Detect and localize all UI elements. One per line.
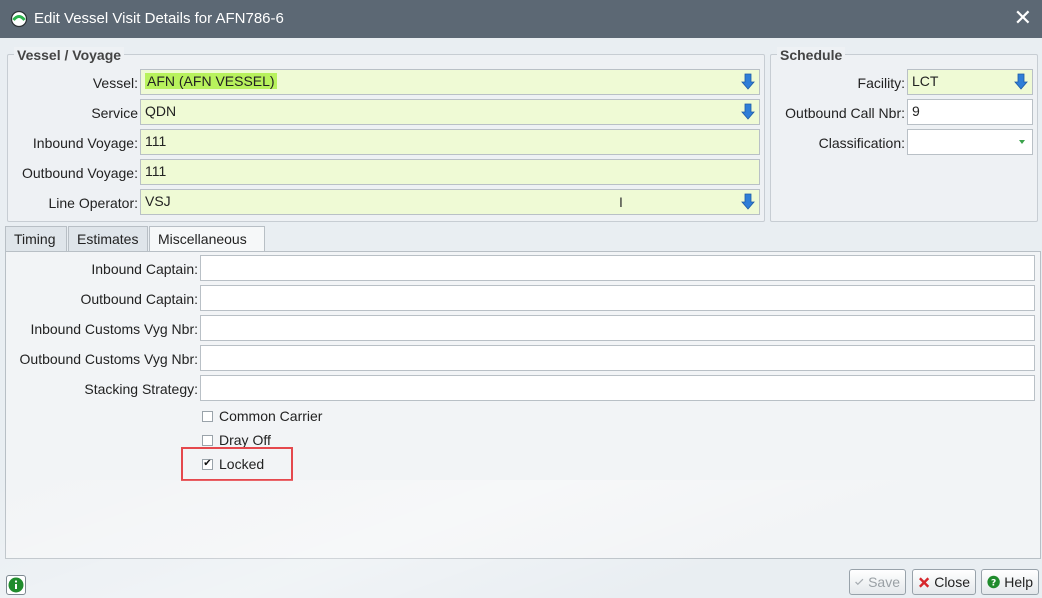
tab-miscellaneous[interactable]: Miscellaneous (149, 226, 265, 253)
close-label: Close (934, 574, 970, 590)
inbound-customs-field[interactable] (200, 315, 1035, 341)
classification-label: Classification: (818, 135, 905, 151)
title-bar: Edit Vessel Visit Details for AFN786-6 ✕ (0, 0, 1042, 38)
dray-off-label: Dray Off (219, 432, 271, 448)
service-value: QDN (145, 103, 177, 119)
line-operator-field[interactable]: VSJ I (140, 189, 760, 215)
inbound-customs-label: Inbound Customs Vyg Nbr: (30, 321, 198, 337)
help-icon: ? (987, 575, 1000, 588)
outbound-customs-field[interactable] (200, 345, 1035, 371)
dropdown-arrow-icon[interactable] (741, 103, 755, 121)
checkbox-box[interactable] (202, 434, 213, 446)
stacking-strategy-field[interactable] (200, 375, 1035, 401)
checkbox-box[interactable] (202, 410, 213, 422)
inbound-voyage-value: 111 (145, 133, 167, 149)
close-button[interactable]: Close (912, 569, 976, 595)
line-operator-value: VSJ (145, 193, 171, 209)
inbound-captain-label: Inbound Captain: (91, 261, 198, 277)
close-icon (919, 576, 930, 588)
stacking-strategy-label: Stacking Strategy: (84, 381, 198, 397)
facility-label: Facility: (857, 75, 905, 91)
tab-timing[interactable]: Timing (5, 226, 67, 252)
classification-select[interactable] (907, 129, 1033, 155)
help-button[interactable]: ? Help (981, 569, 1039, 595)
inbound-voyage-label: Inbound Voyage: (32, 135, 138, 151)
facility-value: LCT (912, 73, 939, 89)
inbound-voyage-field[interactable]: 111 (140, 129, 760, 155)
tab-estimates[interactable]: Estimates (68, 226, 148, 252)
vessel-value: AFN (AFN VESSEL) (145, 73, 277, 89)
outbound-voyage-value: 111 (145, 163, 167, 179)
app-icon (10, 10, 28, 28)
outbound-call-field[interactable]: 9 (907, 99, 1033, 125)
callout-highlight-box (181, 447, 293, 481)
check-icon (855, 578, 864, 586)
close-window-icon[interactable]: ✕ (1014, 6, 1032, 30)
outbound-captain-label: Outbound Captain: (80, 291, 198, 307)
service-field[interactable]: QDN (140, 99, 760, 125)
text-cursor-icon: I (619, 194, 623, 210)
vessel-field[interactable]: AFN (AFN VESSEL) (140, 69, 760, 95)
save-button[interactable]: Save (849, 569, 906, 595)
svg-text:?: ? (991, 578, 996, 588)
outbound-captain-field[interactable] (200, 285, 1035, 311)
service-label: Service (91, 105, 138, 121)
outbound-call-value: 9 (912, 103, 920, 119)
common-carrier-label: Common Carrier (219, 408, 323, 424)
inbound-captain-field[interactable] (200, 255, 1035, 281)
outbound-voyage-field[interactable]: 111 (140, 159, 760, 185)
chevron-down-icon[interactable] (1018, 138, 1026, 146)
line-operator-label: Line Operator: (48, 195, 139, 211)
vessel-voyage-legend: Vessel / Voyage (14, 47, 125, 63)
save-label: Save (868, 574, 900, 590)
dropdown-arrow-icon[interactable] (1014, 73, 1028, 91)
dray-off-checkbox[interactable]: Dray Off (202, 432, 271, 448)
outbound-voyage-label: Outbound Voyage: (22, 165, 138, 181)
vessel-label: Vessel: (92, 75, 138, 91)
window-title: Edit Vessel Visit Details for AFN786-6 (34, 10, 284, 27)
help-label: Help (1004, 574, 1033, 590)
dropdown-arrow-icon[interactable] (741, 193, 755, 211)
schedule-legend: Schedule (777, 47, 846, 63)
info-icon (8, 577, 24, 593)
dropdown-arrow-icon[interactable] (741, 73, 755, 91)
outbound-customs-label: Outbound Customs Vyg Nbr: (19, 351, 198, 367)
common-carrier-checkbox[interactable]: Common Carrier (202, 408, 322, 424)
outbound-call-label: Outbound Call Nbr: (785, 105, 905, 121)
info-button[interactable] (6, 575, 26, 595)
facility-field[interactable]: LCT (907, 69, 1033, 95)
